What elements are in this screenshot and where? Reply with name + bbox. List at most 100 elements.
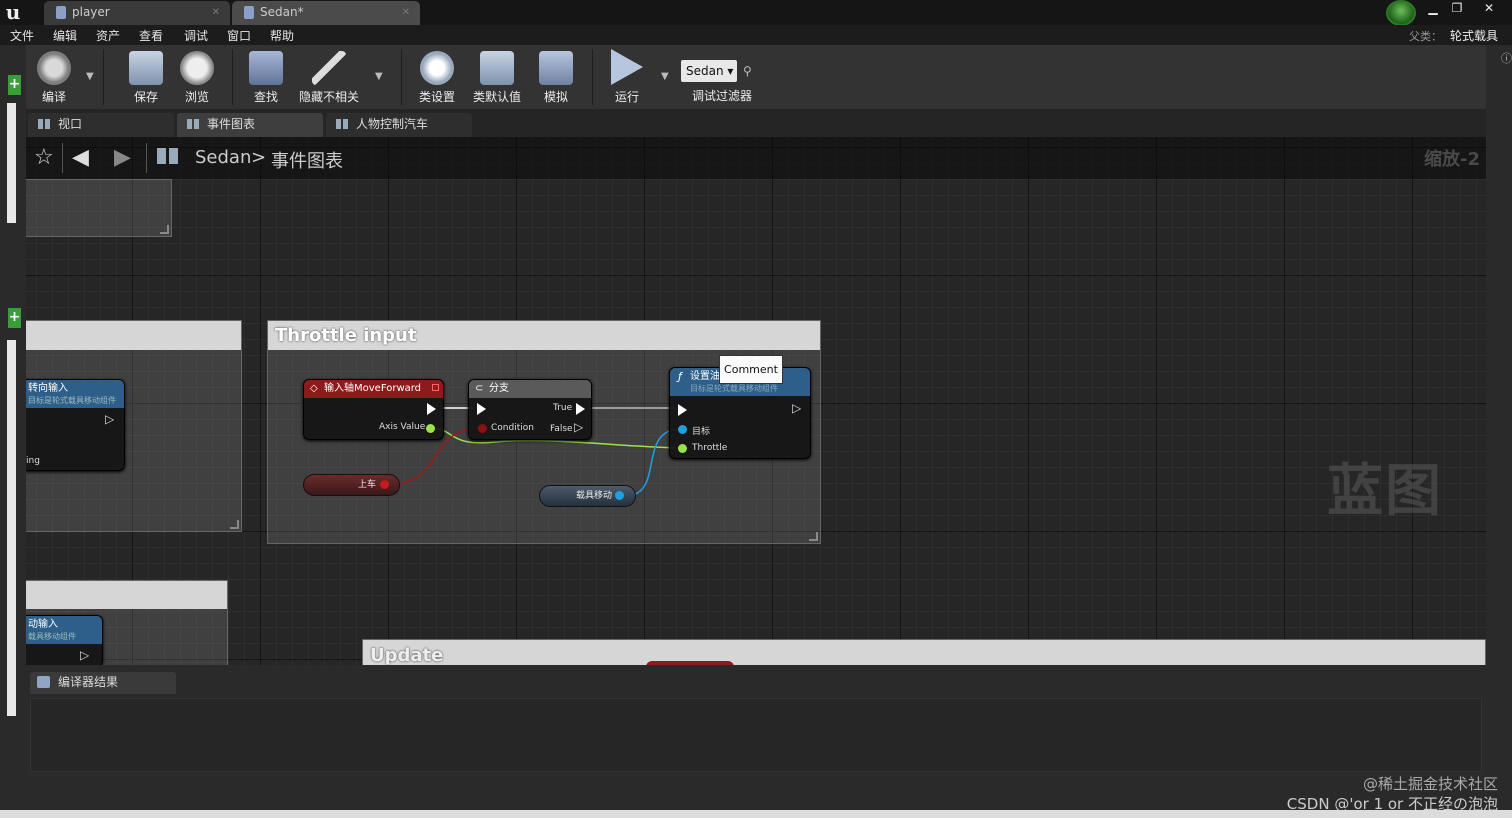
find-label: 查找 <box>253 90 278 104</box>
pin-label: Condition <box>491 423 534 433</box>
blueprint-icon <box>244 6 254 19</box>
comment-title[interactable]: Update <box>370 645 443 665</box>
tab-viewport[interactable]: 视口 <box>28 113 174 137</box>
comment-tooltip: Comment <box>719 355 783 384</box>
doc-tab-player[interactable]: player ✕ <box>44 1 230 25</box>
right-rail: ⓘ <box>1486 45 1512 818</box>
tab-compiler-results[interactable]: 编译器结果 <box>30 672 176 694</box>
vehicle-movement-variable-node[interactable]: 载具移动 <box>539 485 636 507</box>
compile-button[interactable]: 编译 <box>28 49 80 107</box>
save-button[interactable]: 保存 <box>120 49 172 107</box>
tab-event-graph[interactable]: 事件图表 <box>177 113 323 137</box>
menu-edit[interactable]: 编辑 <box>53 27 77 44</box>
hide-unrelated-button[interactable]: 隐藏不相关 <box>298 49 360 107</box>
node-header: ⊂ 分支 <box>469 380 591 398</box>
menu-bar: 文件 编辑 资产 查看 调试 窗口 帮助 父类： 轮式载具 <box>0 25 1512 45</box>
class-settings-button[interactable]: 类设置 <box>411 49 463 107</box>
close-window-button[interactable]: ✕ <box>1478 1 1500 16</box>
browse-button[interactable]: 浏览 <box>171 49 223 107</box>
close-icon[interactable]: ✕ <box>212 1 220 24</box>
chevron-down-icon[interactable]: ▼ <box>375 71 383 82</box>
exec-out-icon[interactable]: ▷ <box>792 401 801 415</box>
parent-class-link[interactable]: 轮式载具 <box>1450 27 1498 44</box>
menu-view[interactable]: 查看 <box>139 27 163 44</box>
compile-label: 编译 <box>41 90 66 104</box>
axis-value-pin[interactable] <box>426 424 435 433</box>
add-icon[interactable]: + <box>8 308 21 328</box>
class-defaults-label: 类默认值 <box>472 90 521 104</box>
delegate-pin[interactable] <box>432 384 439 391</box>
tab-label: 编译器结果 <box>58 675 119 689</box>
exec-out-pin[interactable] <box>427 403 436 415</box>
pin-label: Axis Value <box>379 422 426 432</box>
exec-in-pin[interactable] <box>477 403 486 415</box>
simulate-button[interactable]: 模拟 <box>530 49 582 107</box>
browse-label: 浏览 <box>184 90 209 104</box>
menu-file[interactable]: 文件 <box>10 27 34 44</box>
binoculars-icon <box>249 51 283 85</box>
comment-update[interactable]: Update <box>362 639 1486 665</box>
grid-icon <box>38 119 50 129</box>
rail-scrollbar[interactable] <box>7 340 16 716</box>
toolbar: 编译 ▼ 保存 浏览 查找 隐藏不相关 ▼ 类设置 类默认值 模拟 运行 ▼ S… <box>26 45 1512 109</box>
pin-label: Throttle <box>692 443 728 453</box>
throttle-pin[interactable] <box>678 444 687 453</box>
play-icon <box>611 49 643 85</box>
tab-label: 事件图表 <box>207 117 256 131</box>
onboard-variable-node[interactable]: 上车 <box>303 474 400 496</box>
menu-debug[interactable]: 调试 <box>184 27 208 44</box>
add-icon[interactable]: + <box>8 75 21 95</box>
simulate-label: 模拟 <box>543 90 568 104</box>
search-icon[interactable]: ⚲ <box>743 64 752 78</box>
gear-icon <box>37 51 71 85</box>
doc-tab-sedan[interactable]: Sedan* ✕ <box>232 1 420 25</box>
event-graph-canvas[interactable]: ☆ ◀ ▶ Sedan > 事件图表 缩放-2 转向输入 目标是轮式载具移动组件… <box>26 137 1486 665</box>
close-icon[interactable]: ✕ <box>402 1 410 24</box>
tab-label: 视口 <box>58 117 83 131</box>
event-icon: ◇ <box>310 383 318 394</box>
rail-scrollbar[interactable] <box>7 103 16 223</box>
doc-tab-label: Sedan* <box>260 5 304 19</box>
debug-object-value: Sedan <box>686 64 724 78</box>
compiler-results-panel: 编译器结果 <box>26 665 1486 818</box>
exec-true-pin[interactable] <box>576 403 585 415</box>
tab-label: 人物控制汽车 <box>356 117 429 131</box>
bool-out-pin[interactable] <box>380 480 389 489</box>
object-out-pin[interactable] <box>615 491 624 500</box>
checklist-icon <box>480 51 514 85</box>
node-title: 输入轴MoveForward <box>324 383 422 394</box>
save-label: 保存 <box>133 90 158 104</box>
node-header: ◇ 输入轴MoveForward <box>304 380 443 398</box>
function-icon: ƒ <box>678 370 682 383</box>
condition-pin[interactable] <box>478 424 487 433</box>
chevron-down-icon[interactable]: ▼ <box>661 71 669 82</box>
comment-header: Update <box>363 640 1485 665</box>
find-button[interactable]: 查找 <box>240 49 292 107</box>
debug-object-select[interactable]: Sedan ▾ <box>681 60 737 82</box>
branch-node[interactable]: ⊂ 分支 True Condition False ▷ <box>468 379 592 440</box>
branch-icon: ⊂ <box>475 383 484 394</box>
menu-help[interactable]: 帮助 <box>270 27 294 44</box>
input-axis-moveforward-node[interactable]: ◇ 输入轴MoveForward Axis Value <box>303 379 444 440</box>
blueprint-icon <box>56 6 66 19</box>
minimize-button[interactable]: ▁ <box>1422 1 1444 16</box>
chevron-down-icon[interactable]: ▼ <box>86 71 94 82</box>
debug-filter-label: 调试过滤器 <box>692 89 753 103</box>
compiler-output[interactable] <box>30 698 1482 772</box>
exec-in-pin[interactable] <box>678 404 687 416</box>
unreal-logo-icon: u <box>5 0 21 24</box>
blueprint-watermark: 蓝图 <box>1327 459 1443 524</box>
info-icon[interactable]: ⓘ <box>1501 50 1512 66</box>
maximize-button[interactable]: ❐ <box>1446 1 1468 16</box>
bottom-strip <box>0 810 1512 818</box>
run-button[interactable]: 运行 <box>601 49 653 107</box>
class-defaults-button[interactable]: 类默认值 <box>469 49 525 107</box>
exec-false-icon[interactable]: ▷ <box>574 420 583 434</box>
tab-character-car[interactable]: 人物控制汽车 <box>326 113 472 137</box>
menu-asset[interactable]: 资产 <box>96 27 120 44</box>
gear-icon <box>420 51 454 85</box>
class-settings-label: 类设置 <box>418 90 455 104</box>
source-control-icon[interactable] <box>1386 0 1416 26</box>
target-pin[interactable] <box>678 425 687 434</box>
menu-window[interactable]: 窗口 <box>227 27 251 44</box>
